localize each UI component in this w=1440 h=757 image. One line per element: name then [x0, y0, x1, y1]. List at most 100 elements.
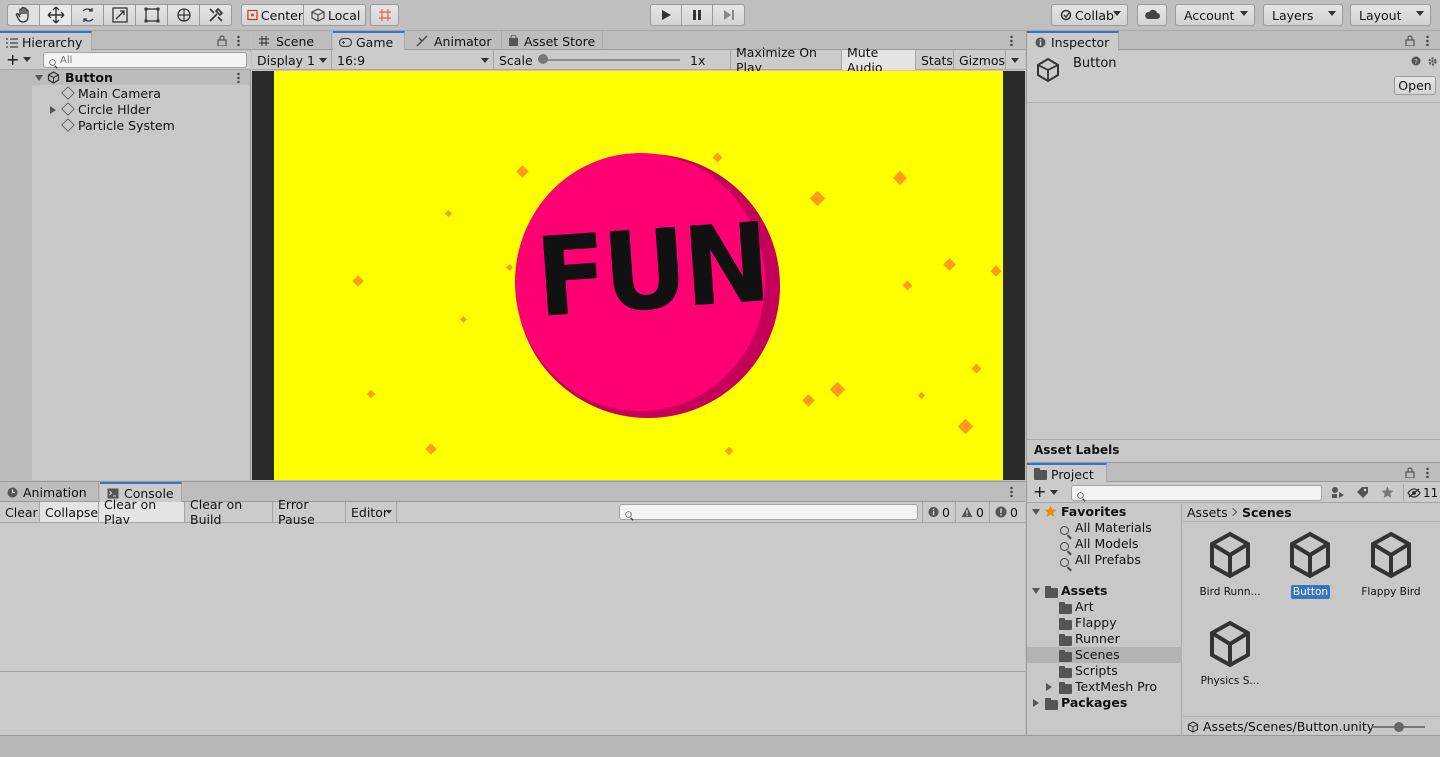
expand-arrow-icon[interactable] [1032, 509, 1040, 515]
icon-size-slider-handle[interactable] [1394, 722, 1404, 732]
more-options-icon[interactable] [1010, 486, 1013, 497]
settings-gear-icon[interactable] [1427, 56, 1438, 67]
more-options-icon[interactable] [237, 35, 240, 46]
cloud-button[interactable] [1137, 4, 1167, 26]
error-pause-toggle[interactable]: Error Pause [273, 497, 346, 527]
tab-animator[interactable]: Animator [406, 31, 502, 51]
more-options-icon[interactable] [1426, 467, 1429, 478]
mute-audio-toggle[interactable]: Mute Audio [842, 45, 916, 75]
expand-arrow-icon[interactable] [1033, 699, 1039, 707]
tab-asset-store[interactable]: Asset Store [503, 31, 603, 51]
clear-on-play-toggle[interactable]: Clear on Play [99, 497, 185, 527]
assets-row[interactable]: Assets [1027, 583, 1182, 599]
scale-slider-handle[interactable] [538, 54, 548, 64]
console-log-area[interactable] [0, 524, 1025, 671]
expand-arrow-icon[interactable] [1032, 588, 1040, 594]
maximize-on-play-toggle[interactable]: Maximize On Play [731, 45, 842, 75]
editor-dropdown[interactable]: Editor [346, 502, 397, 522]
breadcrumb-current[interactable]: Scenes [1242, 505, 1292, 520]
favorite-star-icon[interactable] [1381, 486, 1394, 499]
more-options-icon[interactable] [1010, 35, 1013, 46]
scale-tool-button[interactable] [103, 4, 136, 26]
breadcrumb-root[interactable]: Assets [1187, 505, 1228, 520]
chevron-down-icon[interactable] [1050, 490, 1058, 495]
lock-icon[interactable] [1405, 467, 1415, 478]
rotate-tool-button[interactable] [71, 4, 104, 26]
pivot-mode-button[interactable]: Center [241, 4, 304, 26]
layout-dropdown[interactable]: Layout [1350, 4, 1431, 26]
create-add-icon[interactable]: + [1033, 482, 1046, 501]
help-icon[interactable]: ? [1411, 56, 1421, 66]
layers-dropdown[interactable]: Layers [1263, 4, 1343, 26]
expand-arrow-icon[interactable] [35, 75, 43, 81]
more-options-icon[interactable] [1426, 35, 1429, 46]
lock-icon[interactable] [1405, 35, 1415, 46]
scene-row[interactable]: Button [0, 70, 250, 85]
tab-scene[interactable]: Scene [252, 31, 332, 51]
aspect-dropdown[interactable]: 16:9 [332, 50, 494, 70]
pivot-space-button[interactable]: Local [303, 4, 366, 26]
play-button[interactable] [650, 4, 682, 26]
folder-item-selected[interactable]: Scenes [1027, 647, 1182, 663]
folder-item[interactable]: Art [1027, 599, 1182, 615]
filter-by-type-icon[interactable] [1331, 486, 1345, 499]
lock-icon[interactable] [217, 35, 227, 46]
open-button[interactable]: Open [1394, 76, 1436, 95]
custom-tool-button[interactable] [199, 4, 232, 26]
favorite-item[interactable]: All Models [1027, 536, 1182, 552]
hierarchy-item[interactable]: Circle Hlder [0, 102, 250, 118]
tab-hierarchy[interactable]: Hierarchy [0, 31, 92, 52]
filter-by-label-icon[interactable] [1356, 486, 1369, 499]
more-options-icon[interactable] [237, 72, 240, 83]
favorites-row[interactable]: Favorites [1027, 504, 1182, 520]
step-button[interactable] [712, 4, 745, 26]
hierarchy-search-input[interactable] [43, 52, 247, 68]
folder-item[interactable]: TextMesh Pro [1027, 679, 1182, 695]
expand-arrow-icon[interactable] [1046, 683, 1052, 691]
tab-game[interactable]: Game [333, 31, 405, 52]
collab-dropdown[interactable]: Collab [1051, 4, 1128, 26]
warning-filter-toggle[interactable]: 0 [956, 502, 990, 522]
snap-button[interactable] [370, 4, 399, 26]
folder-item[interactable]: Runner [1027, 631, 1182, 647]
account-dropdown[interactable]: Account [1175, 4, 1255, 26]
asset-tile[interactable]: Flappy Bird [1350, 531, 1432, 603]
hidden-packages-toggle[interactable]: 11 [1403, 484, 1440, 501]
stats-toggle[interactable]: Stats [916, 50, 954, 70]
tab-inspector[interactable]: Inspector [1027, 31, 1119, 52]
game-viewport[interactable]: FUN [252, 71, 1025, 480]
clear-on-build-toggle[interactable]: Clear on Build [185, 497, 273, 527]
gizmos-toggle[interactable]: Gizmos [954, 50, 1006, 70]
console-detail-area[interactable] [0, 671, 1025, 736]
tab-animation[interactable]: Animation [0, 482, 99, 502]
info-filter-toggle[interactable]: 0 [922, 502, 956, 522]
hand-tool-button[interactable] [7, 4, 40, 26]
folder-item[interactable]: Flappy [1027, 615, 1182, 631]
tab-project[interactable]: Project [1027, 463, 1107, 484]
move-tool-button[interactable] [39, 4, 72, 26]
collapse-toggle[interactable]: Collapse [40, 502, 99, 522]
expand-arrow-icon[interactable] [50, 106, 56, 114]
console-search-input[interactable] [619, 504, 918, 520]
asset-tile[interactable]: Bird Runn... [1189, 531, 1271, 603]
error-filter-toggle[interactable]: 0 [990, 502, 1025, 522]
clear-button[interactable]: Clear [0, 502, 40, 522]
hierarchy-item[interactable]: Particle System [0, 118, 250, 134]
folder-item[interactable]: Scripts [1027, 663, 1182, 679]
rect-tool-button[interactable] [135, 4, 168, 26]
gizmos-dropdown[interactable] [1006, 50, 1025, 70]
hierarchy-item[interactable]: Main Camera [0, 86, 250, 102]
asset-labels-bar[interactable]: Asset Labels [1027, 439, 1440, 461]
chevron-down-icon[interactable] [23, 57, 31, 62]
project-search-input[interactable] [1071, 485, 1322, 501]
scale-slider[interactable] [540, 59, 680, 61]
favorite-item[interactable]: All Materials [1027, 520, 1182, 536]
packages-row[interactable]: Packages [1027, 695, 1182, 711]
create-add-icon[interactable]: + [6, 50, 19, 69]
display-dropdown[interactable]: Display 1 [252, 50, 332, 70]
hierarchy-search-field[interactable] [60, 53, 240, 67]
asset-tile-selected[interactable]: Button [1270, 531, 1350, 603]
favorite-item[interactable]: All Prefabs [1027, 552, 1182, 568]
asset-tile[interactable]: Physics S... [1189, 620, 1271, 692]
transform-tool-button[interactable] [167, 4, 200, 26]
